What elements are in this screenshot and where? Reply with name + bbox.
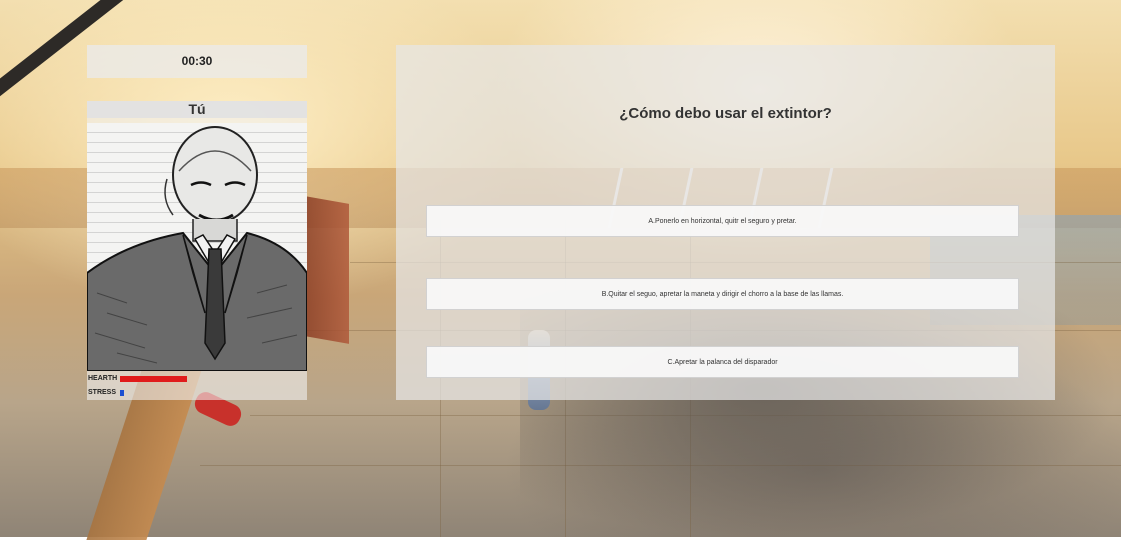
stress-bar-track (120, 390, 306, 396)
timer-text: 00:30 (181, 54, 213, 68)
stress-label: STRESS (88, 389, 117, 396)
health-label: HEARTH (88, 375, 118, 382)
player-name: Tú (87, 101, 307, 118)
health-bar-track (120, 376, 306, 382)
player-portrait (87, 123, 307, 371)
answer-c-button[interactable]: C.Apretar la palanca del disparador (426, 346, 1019, 378)
answer-b-button[interactable]: B.Quitar el seguo, apretar la maneta y d… (426, 278, 1019, 310)
stress-bar-fill (120, 390, 124, 396)
player-sketch-portrait-icon (87, 126, 307, 371)
stress-stat: STRESS (87, 387, 307, 399)
door (305, 196, 349, 344)
question-text: ¿Cómo debo usar el extintor? (619, 105, 832, 122)
timer-panel: 00:30 (87, 45, 307, 78)
question-panel: ¿Cómo debo usar el extintor? A.Ponerlo e… (396, 45, 1055, 400)
health-bar-fill (120, 376, 187, 382)
health-stat: HEARTH (87, 373, 307, 385)
answer-a-button[interactable]: A.Ponerlo en horizontal, quitr el seguro… (426, 205, 1019, 237)
player-card: Tú HEARTH STRESS (87, 101, 307, 400)
